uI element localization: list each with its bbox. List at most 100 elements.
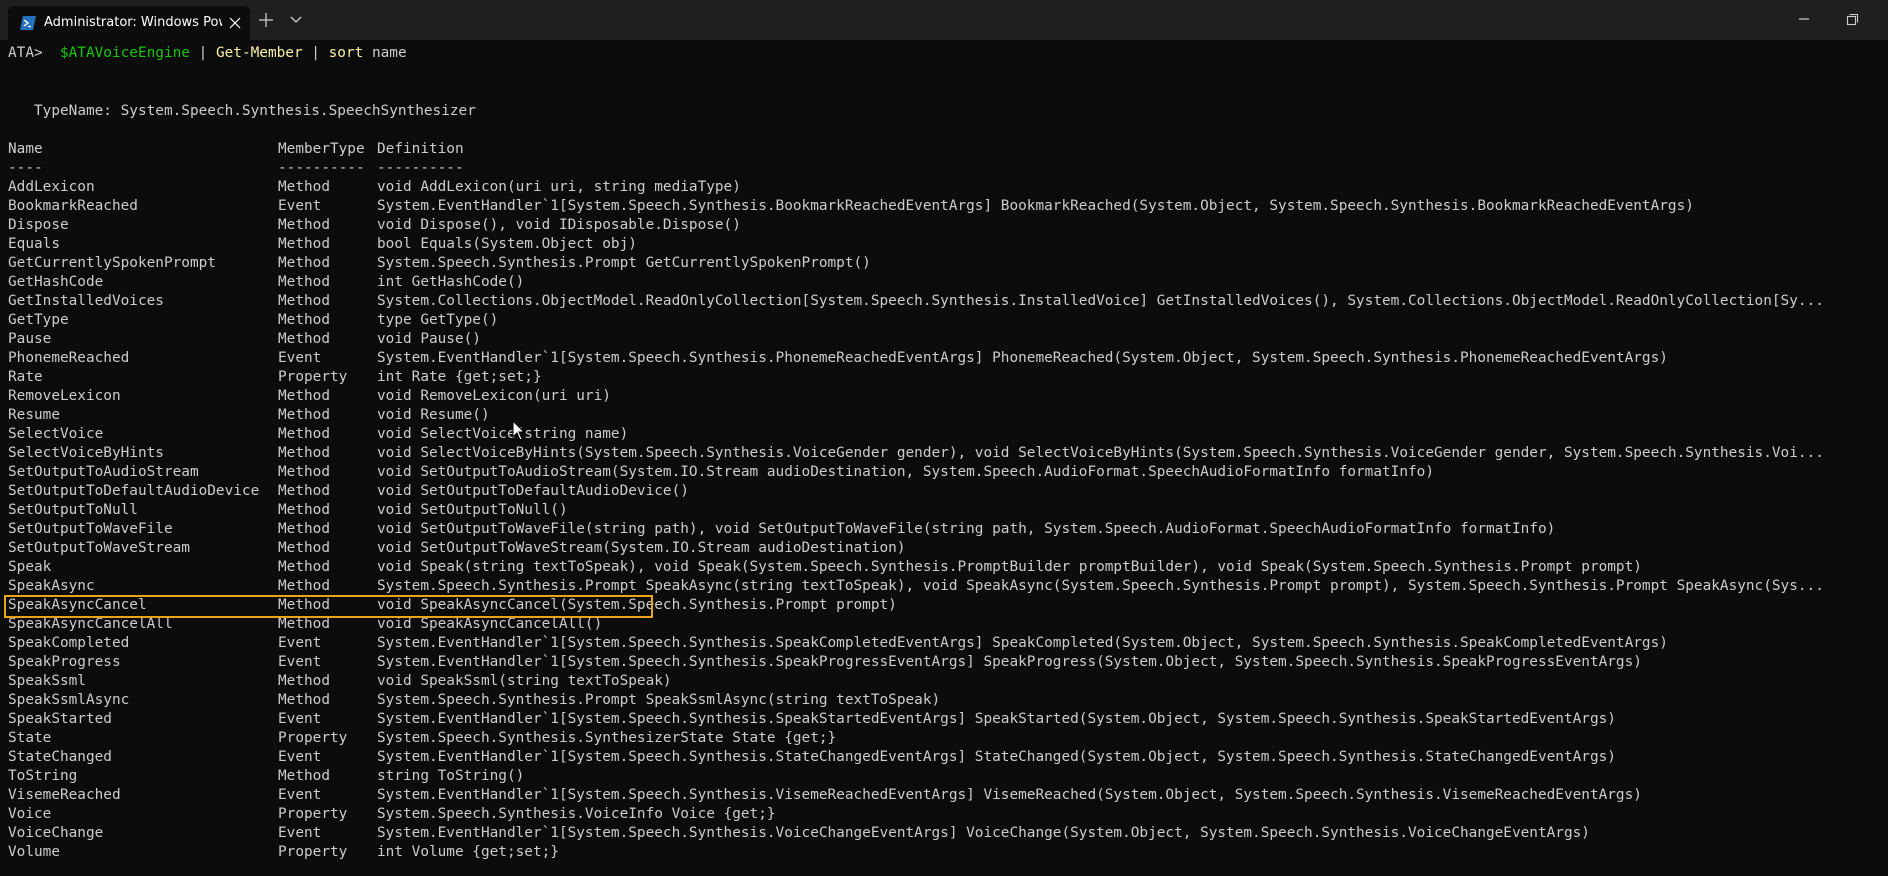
- member-definition: void SelectVoiceByHints(System.Speech.Sy…: [377, 445, 1824, 461]
- table-row: SetOutputToWaveFile Method void SetOutputT…: [0, 520, 1888, 539]
- member-type: Property: [278, 369, 348, 385]
- member-type: Method: [278, 426, 330, 442]
- member-definition: System.Speech.Synthesis.SynthesizerState…: [377, 730, 837, 746]
- member-type: Method: [278, 521, 330, 537]
- chevron-down-icon[interactable]: [284, 9, 308, 31]
- member-name: State: [8, 730, 52, 746]
- member-name: SpeakProgress: [8, 654, 121, 670]
- member-type: Method: [278, 217, 330, 233]
- table-row: Rate Property int Rate {get;set;}: [0, 368, 1888, 387]
- member-type: Method: [278, 179, 330, 195]
- command-variable: $ATAVoiceEngine: [59, 45, 190, 61]
- member-type: Method: [278, 312, 330, 328]
- maximize-icon[interactable]: [1838, 9, 1866, 31]
- member-type: Event: [278, 749, 322, 765]
- member-name: SelectVoiceByHints: [8, 445, 164, 461]
- minimize-icon[interactable]: [1790, 9, 1818, 31]
- table-row: Resume Method void Resume(): [0, 406, 1888, 425]
- member-type: Method: [278, 540, 330, 556]
- member-name: Speak: [8, 559, 52, 575]
- member-type: Event: [278, 787, 322, 803]
- member-type: Property: [278, 806, 348, 822]
- close-icon[interactable]: [224, 12, 246, 34]
- member-name: Resume: [8, 407, 60, 423]
- table-row: SelectVoiceByHints Method void SelectVoice…: [0, 444, 1888, 463]
- table-row: Volume Property int Volume {get;set;}: [0, 843, 1888, 862]
- member-definition: System.EventHandler`1[System.Speech.Synt…: [377, 198, 1694, 214]
- table-separator-row: ---- ---------- ----------: [0, 159, 1888, 178]
- member-definition: System.Speech.Synthesis.VoiceInfo Voice …: [377, 806, 776, 822]
- member-definition: void Pause(): [377, 331, 481, 347]
- member-type: Event: [278, 635, 322, 651]
- table-row: Voice Property System.Speech.Synthesis.Voi…: [0, 805, 1888, 824]
- terminal-output[interactable]: ATA> $ATAVoiceEngine | Get-Member | sort…: [0, 40, 1888, 876]
- table-row: SpeakStarted Event System.EventHandler`1[S…: [0, 710, 1888, 729]
- member-type: Method: [278, 502, 330, 518]
- plus-icon[interactable]: [254, 9, 278, 31]
- member-type: Method: [278, 464, 330, 480]
- table-row: State Property System.Speech.Synthesis.Syn…: [0, 729, 1888, 748]
- prompt-label: ATA>: [8, 45, 43, 61]
- table-row: GetType Method type GetType(): [0, 311, 1888, 330]
- table-row: VisemeReached Event System.EventHandler`1[…: [0, 786, 1888, 805]
- member-name: Rate: [8, 369, 43, 385]
- table-row: SpeakCompleted Event System.EventHandler`1…: [0, 634, 1888, 653]
- member-name: SetOutputToAudioStream: [8, 464, 199, 480]
- member-definition: bool Equals(System.Object obj): [377, 236, 637, 252]
- member-definition: System.EventHandler`1[System.Speech.Synt…: [377, 635, 1668, 651]
- member-name: SpeakStarted: [8, 711, 112, 727]
- member-definition: void SetOutputToWaveFile(string path), v…: [377, 521, 1556, 537]
- pipe-operator: |: [311, 45, 320, 61]
- member-name: SpeakCompleted: [8, 635, 130, 651]
- table-header-row: Name MemberType Definition: [0, 140, 1888, 159]
- member-name: SpeakSsml: [8, 673, 86, 689]
- table-row: GetHashCode Method int GetHashCode(): [0, 273, 1888, 292]
- member-definition: System.Speech.Synthesis.Prompt GetCurren…: [377, 255, 871, 271]
- member-name: SetOutputToWaveFile: [8, 521, 173, 537]
- member-name: PhonemeReached: [8, 350, 130, 366]
- tab-powershell[interactable]: Administrator: Windows PowerShell: [8, 6, 250, 40]
- member-name: Voice: [8, 806, 52, 822]
- member-name: GetType: [8, 312, 69, 328]
- member-definition: void RemoveLexicon(uri uri): [377, 388, 611, 404]
- header-membertype: MemberType: [278, 141, 365, 157]
- member-definition: type GetType(): [377, 312, 499, 328]
- member-name: VoiceChange: [8, 825, 104, 841]
- member-definition: void SetOutputToWaveStream(System.IO.Str…: [377, 540, 906, 556]
- member-definition: System.EventHandler`1[System.Speech.Synt…: [377, 787, 1642, 803]
- member-definition: System.EventHandler`1[System.Speech.Synt…: [377, 749, 1616, 765]
- table-row: StateChanged Event System.EventHandler`1[S…: [0, 748, 1888, 767]
- member-definition: System.EventHandler`1[System.Speech.Synt…: [377, 654, 1642, 670]
- member-name: SelectVoice: [8, 426, 104, 442]
- member-name: StateChanged: [8, 749, 112, 765]
- table-row: GetCurrentlySpokenPrompt Method System.Spe…: [0, 254, 1888, 273]
- member-name: Dispose: [8, 217, 69, 233]
- table-row: GetInstalledVoices Method System.Collectio…: [0, 292, 1888, 311]
- member-definition: System.Collections.ObjectModel.ReadOnlyC…: [377, 293, 1824, 309]
- powershell-icon: [20, 15, 36, 30]
- member-type: Method: [278, 293, 330, 309]
- member-definition: void Dispose(), void IDisposable.Dispose…: [377, 217, 741, 233]
- member-type: Method: [278, 331, 330, 347]
- member-type: Method: [278, 768, 330, 784]
- member-name: SpeakAsync: [8, 578, 95, 594]
- member-name: GetInstalledVoices: [8, 293, 164, 309]
- typename-line: TypeName: System.Speech.Synthesis.Speech…: [34, 103, 476, 119]
- member-type: Method: [278, 236, 330, 252]
- table-row: SetOutputToWaveStream Method void SetOutpu…: [0, 539, 1888, 558]
- member-name: SetOutputToNull: [8, 502, 138, 518]
- mouse-cursor-icon: [512, 419, 526, 442]
- table-row: Pause Method void Pause(): [0, 330, 1888, 349]
- table-row: SetOutputToNull Method void SetOutputToNul…: [0, 501, 1888, 520]
- separator-membertype: ----------: [278, 160, 365, 176]
- member-name: GetHashCode: [8, 274, 104, 290]
- member-definition: System.Speech.Synthesis.Prompt SpeakAsyn…: [377, 578, 1824, 594]
- header-definition: Definition: [377, 141, 464, 157]
- title-bar: Administrator: Windows PowerShell: [0, 0, 1888, 40]
- table-row: Speak Method void Speak(string textToSpeak…: [0, 558, 1888, 577]
- member-definition: int Rate {get;set;}: [377, 369, 542, 385]
- member-type: Event: [278, 198, 322, 214]
- member-type: Property: [278, 730, 348, 746]
- member-definition: void Speak(string textToSpeak), void Spe…: [377, 559, 1642, 575]
- member-type: Event: [278, 825, 322, 841]
